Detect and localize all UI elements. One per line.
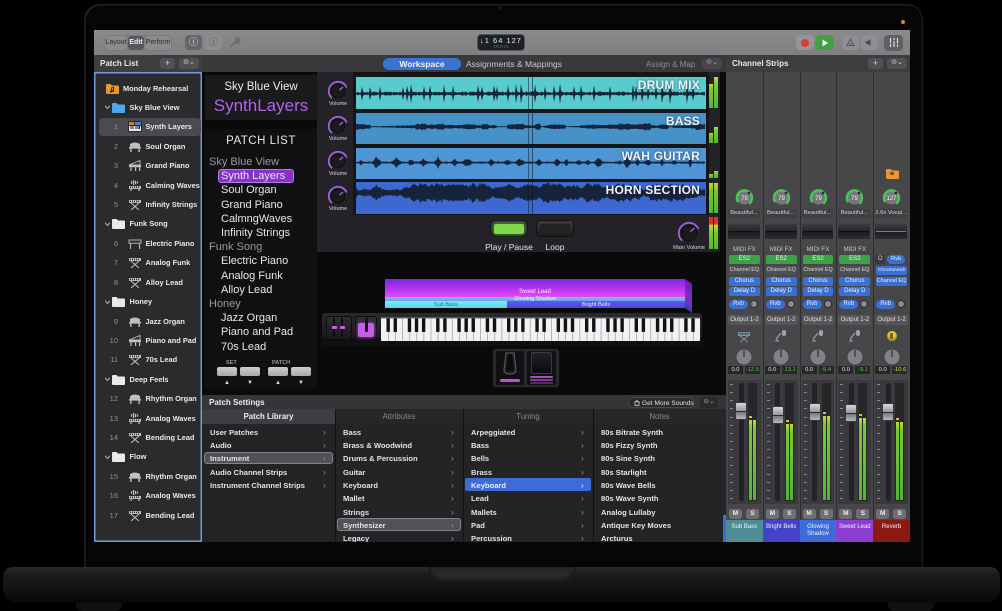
svg-text:79: 79 [778, 196, 785, 202]
svg-text:79: 79 [741, 196, 748, 202]
svg-text:127: 127 [887, 196, 898, 202]
svg-text:79: 79 [851, 196, 858, 202]
svg-text:79: 79 [815, 196, 822, 202]
